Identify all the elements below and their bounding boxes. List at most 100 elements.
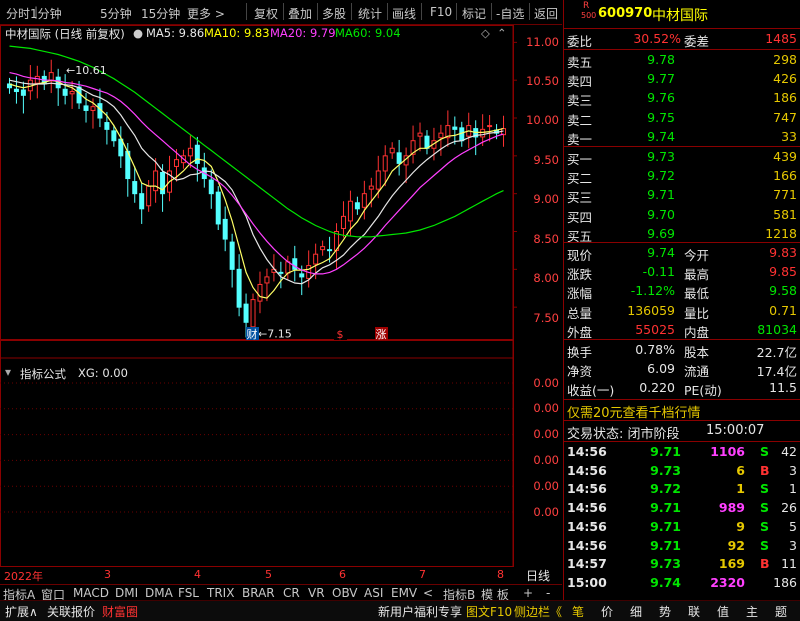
sidebar-toggle[interactable]: 侧边栏《 [514, 603, 562, 620]
statistics-button[interactable]: 统计 [358, 5, 382, 22]
back-button[interactable]: 返回 [534, 5, 558, 22]
tick-side: B [760, 462, 770, 478]
price-tick: 8.50 [533, 232, 559, 246]
ask-label: 卖一 [567, 131, 593, 147]
stat-row[interactable]: 外盘 55025 内盘 81034 [564, 321, 800, 340]
candle-body [487, 125, 493, 128]
tick-count: 42 [781, 444, 797, 459]
ask-row[interactable]: 卖五 9.78 298 [564, 51, 800, 70]
bid-row[interactable]: 买一 9.73 439 [564, 148, 800, 167]
new-user-promo-link[interactable]: 新用户福利专享 [378, 603, 462, 620]
indicator-menu-icon[interactable]: ▾ [5, 365, 11, 379]
tab-main[interactable]: 主 [746, 603, 758, 620]
period-more-button[interactable]: 更多 > [187, 5, 225, 22]
ask-row[interactable]: 卖二 9.75 747 [564, 109, 800, 128]
related-quotes-button[interactable]: 关联报价 [47, 603, 95, 620]
stat-row[interactable]: 涨跌 -0.11 最高 9.85 [564, 263, 800, 282]
tab-trix[interactable]: TRIX [207, 586, 234, 600]
stock-header: R 500 600970 中材国际 [564, 1, 800, 27]
f10-graphic-link[interactable]: 图文F10 [466, 603, 512, 620]
period-label[interactable]: 日线 [526, 567, 550, 584]
promo-row[interactable]: 仅需20元查看千档行情 [564, 401, 800, 421]
tab-remove[interactable]: - [546, 586, 550, 600]
price-tick: 10.50 [526, 74, 559, 88]
tick-row[interactable]: 14:56 9.71 989 S 26 [564, 499, 800, 518]
stat-row[interactable]: 涨幅 -1.12% 最低 9.58 [564, 282, 800, 301]
fuquan-button[interactable]: 复权 [254, 5, 278, 22]
ask-price: 9.77 [647, 71, 675, 87]
bid-row[interactable]: 买三 9.71 771 [564, 186, 800, 205]
tick-row[interactable]: 14:56 9.72 1 S 1 [564, 480, 800, 499]
tab-obv[interactable]: OBV [332, 586, 358, 600]
candle-body [396, 152, 402, 164]
candle-body [347, 200, 353, 222]
bid-row[interactable]: 买四 9.70 581 [564, 206, 800, 225]
tab-add[interactable]: + [523, 586, 533, 600]
tab-asi[interactable]: ASI [364, 586, 383, 600]
tick-row[interactable]: 14:56 9.71 9 S 5 [564, 518, 800, 537]
expand-button[interactable]: 扩展∧ [5, 603, 38, 620]
indicator-title[interactable]: 指标公式 [20, 366, 66, 382]
period-5min-button[interactable]: 5分钟 [100, 5, 132, 22]
tab-theme[interactable]: 题 [775, 603, 787, 620]
add-watchlist-button[interactable]: -自选 [496, 5, 524, 22]
tick-count: 1 [789, 481, 797, 497]
candle-body [250, 299, 256, 328]
tab-price[interactable]: 价 [601, 603, 613, 620]
tick-row[interactable]: 14:57 9.73 169 B 11 [564, 555, 800, 574]
tab-macd[interactable]: MACD [73, 586, 109, 600]
bid-row[interactable]: 买二 9.72 166 [564, 167, 800, 186]
tick-row[interactable]: 15:00 9.74 2320 186 [564, 574, 800, 593]
multi-stock-button[interactable]: 多股 [322, 5, 346, 22]
tick-row[interactable]: 14:56 9.71 1106 S 42 [564, 443, 800, 462]
tab-trades[interactable]: 笔 [572, 603, 584, 620]
overlay-button[interactable]: 叠加 [288, 5, 312, 22]
draw-line-button[interactable]: 画线 [392, 5, 416, 22]
candle-body [194, 144, 200, 164]
fin-row[interactable]: 换手 0.78% 股本 22.7亿 [564, 341, 800, 360]
tab-vr[interactable]: VR [308, 586, 325, 600]
event-marker: $ [337, 328, 344, 341]
trade-status-time: 15:00:07 [706, 423, 765, 438]
tick-side: B [760, 556, 770, 572]
tab-cr[interactable]: CR [283, 586, 300, 600]
tick-volume: 2320 [710, 574, 745, 590]
stock-name: 中材国际 [652, 8, 708, 24]
fin-row[interactable]: 净资 6.09 流通 17.4亿 [564, 360, 800, 379]
tab-dma[interactable]: DMA [145, 586, 173, 600]
tick-row[interactable]: 14:56 9.73 6 B 3 [564, 462, 800, 481]
tab-link[interactable]: 联 [688, 603, 700, 620]
period-1min-button[interactable]: 1分钟 [30, 5, 62, 22]
tab-value[interactable]: 值 [717, 603, 729, 620]
bid-label: 买二 [567, 171, 593, 187]
mark-button[interactable]: 标记 [462, 5, 486, 22]
stat-row[interactable]: 现价 9.74 今开 9.83 [564, 244, 800, 263]
f10-button[interactable]: F10 [430, 5, 452, 19]
ask-label: 卖五 [567, 55, 593, 70]
price-tick: 9.50 [533, 153, 559, 167]
fin-row[interactable]: 收益(一) 0.220 PE(动) 11.5 [564, 379, 800, 398]
candle-body [313, 253, 319, 265]
tab-emv[interactable]: EMV [391, 586, 417, 600]
tab-dmi[interactable]: DMI [115, 586, 138, 600]
tab-scroll-left[interactable]: < [423, 586, 433, 600]
ask-row[interactable]: 卖一 9.74 33 [564, 128, 800, 147]
tab-brar[interactable]: BRAR [242, 586, 275, 600]
x-label-month: 7 [419, 568, 426, 581]
candle-body [111, 130, 117, 142]
period-15min-button[interactable]: 15分钟 [141, 5, 180, 22]
stat-row[interactable]: 总量 136059 量比 0.71 [564, 302, 800, 321]
promo-link[interactable]: 仅需20元查看千档行情 [567, 402, 701, 421]
period-fenshi-button[interactable]: 分时 [6, 5, 30, 22]
tab-detail[interactable]: 细 [630, 603, 642, 620]
candle-body [459, 127, 465, 142]
ask-row[interactable]: 卖四 9.77 426 [564, 70, 800, 89]
tick-volume: 9 [736, 518, 745, 534]
tab-trend[interactable]: 势 [659, 603, 671, 620]
wealth-circle-button[interactable]: 财富圈 [102, 603, 138, 620]
bid-row[interactable]: 买五 9.69 1218 [564, 225, 800, 244]
ask-row[interactable]: 卖三 9.76 186 [564, 89, 800, 108]
tick-row[interactable]: 14:56 9.71 92 S 3 [564, 537, 800, 556]
tab-fsl[interactable]: FSL [178, 586, 199, 600]
kline-chart[interactable]: ←10.61 ←7.15财 $ 涨 [0, 25, 562, 567]
